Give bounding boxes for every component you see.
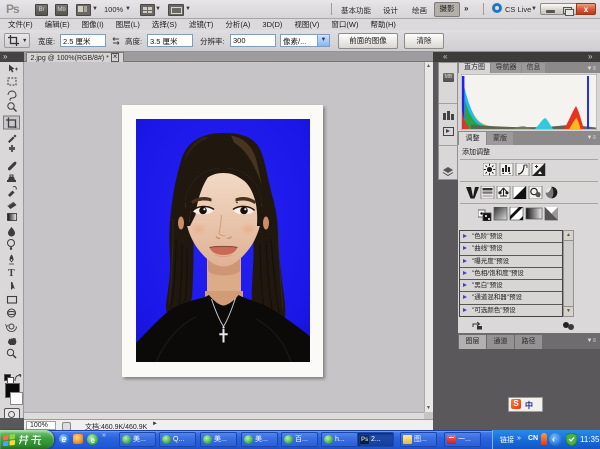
svg-text:T: T xyxy=(8,268,15,279)
